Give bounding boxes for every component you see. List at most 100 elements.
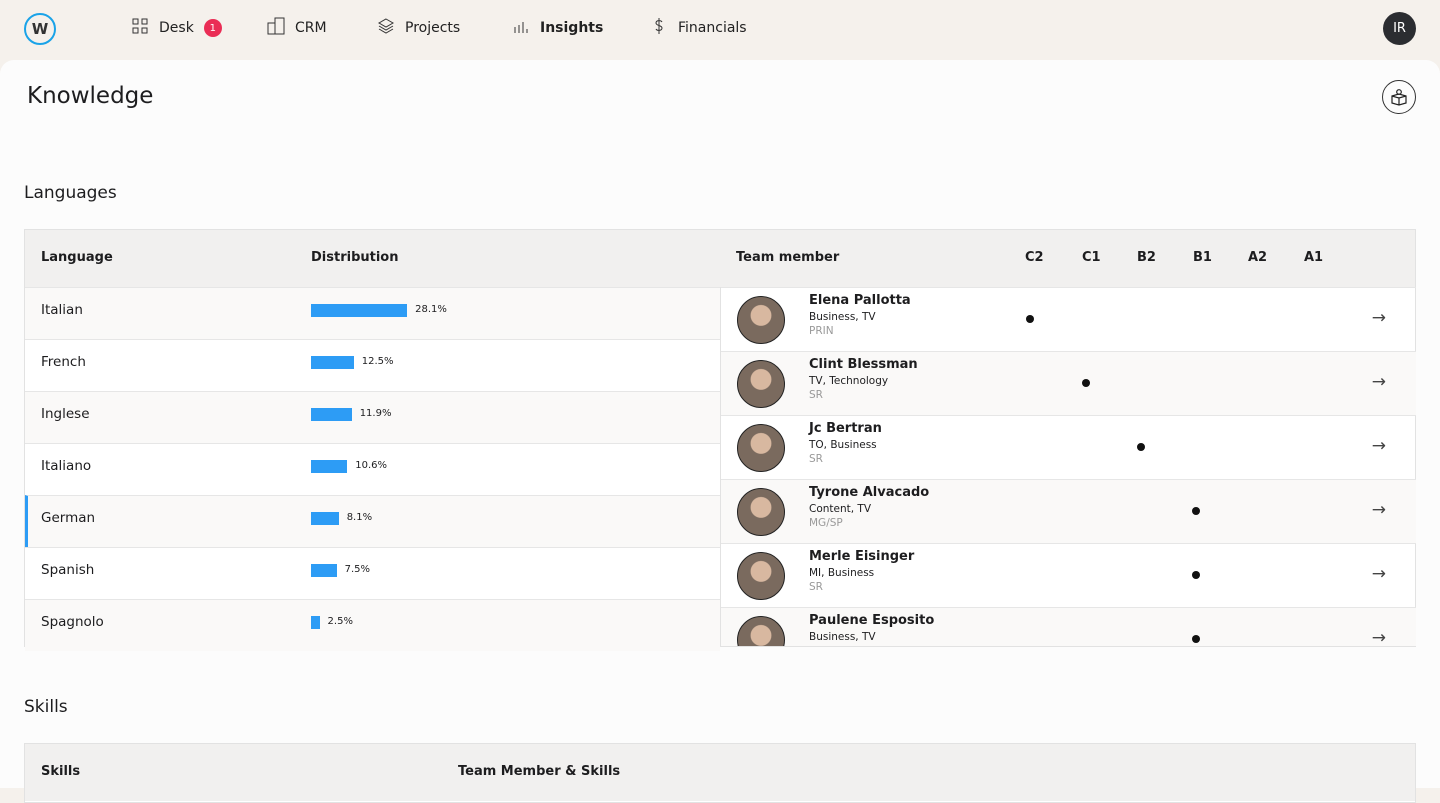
building-icon: [267, 17, 285, 39]
team-member-row[interactable]: Tyrone Alvacado Content, TV MG/SP →: [721, 479, 1416, 543]
nav-financials[interactable]: Financials: [650, 0, 747, 56]
notification-badge: 1: [203, 19, 222, 37]
arrow-right-icon[interactable]: →: [1372, 308, 1386, 328]
main-panel: Knowledge Languages Language Distributio…: [0, 60, 1440, 803]
user-avatar[interactable]: IR: [1383, 12, 1416, 45]
app-logo[interactable]: W: [24, 13, 56, 45]
member-photo: [737, 552, 785, 600]
col-team-member-skills: Team Member & Skills: [458, 764, 621, 779]
member-tags: Content, TV: [809, 503, 872, 515]
level-dot: [1026, 315, 1034, 323]
member-tags: Business, TV: [809, 631, 876, 643]
member-tags: TO, Business: [809, 439, 877, 451]
arrow-right-icon[interactable]: →: [1372, 500, 1386, 520]
team-member-row[interactable]: Jc Bertran TO, Business SR →: [721, 415, 1416, 479]
team-member-row[interactable]: Elena Pallotta Business, TV PRIN →: [721, 287, 1416, 351]
dollar-icon: [650, 17, 668, 39]
distribution-label: 12.5%: [361, 356, 394, 367]
language-row[interactable]: Italiano 10.6%: [25, 443, 720, 495]
arrow-right-icon[interactable]: →: [1372, 372, 1386, 392]
distribution-label: 10.6%: [355, 460, 388, 471]
members-list[interactable]: Elena Pallotta Business, TV PRIN → Clint Ble…: [720, 287, 1416, 646]
languages-heading: Languages: [24, 183, 117, 203]
distribution-label: 28.1%: [415, 304, 447, 315]
language-row[interactable]: German 8.1%: [25, 495, 720, 547]
languages-table: Language Distribution Team member C2 C1 B2…: [24, 229, 1416, 651]
table-header: Skills Team Member & Skills: [25, 744, 1415, 801]
team-member-row[interactable]: Clint Blessman TV, Technology SR →: [721, 351, 1416, 415]
language-name: Italiano: [41, 458, 92, 474]
member-role: SR: [809, 581, 823, 593]
member-role: MG/SP: [809, 517, 843, 529]
distribution-bar: [311, 356, 354, 369]
member-photo: [737, 616, 785, 646]
member-name: Paulene Esposito: [809, 613, 935, 628]
language-row[interactable]: Spagnolo 2.5%: [25, 599, 720, 651]
distribution-label: 2.5%: [327, 616, 353, 627]
member-tags: MI, Business: [809, 567, 875, 579]
member-name: Jc Bertran: [809, 421, 882, 436]
member-photo: [737, 296, 785, 344]
level-dot: [1192, 635, 1200, 643]
bar-chart-icon: [512, 17, 530, 39]
language-name: Inglese: [41, 406, 90, 422]
skills-table: Skills Team Member & Skills: [24, 743, 1416, 803]
arrow-right-icon[interactable]: →: [1372, 628, 1386, 646]
member-role: SR: [809, 645, 823, 646]
distribution-bar: [311, 304, 408, 317]
nav-crm[interactable]: CRM: [267, 0, 327, 56]
language-row[interactable]: French 12.5%: [25, 339, 720, 391]
member-name: Tyrone Alvacado: [809, 485, 930, 500]
member-name: Elena Pallotta: [809, 293, 911, 308]
language-row[interactable]: Inglese 11.9%: [25, 391, 720, 443]
level-dot: [1192, 571, 1200, 579]
col-level-b2: B2: [1137, 250, 1156, 265]
member-role: SR: [809, 453, 823, 465]
person-box-icon: [1391, 89, 1407, 106]
member-role: PRIN: [809, 325, 834, 337]
language-name: Spanish: [41, 562, 95, 578]
language-name: Spagnolo: [41, 614, 104, 630]
member-role: SR: [809, 389, 823, 401]
member-photo: [737, 360, 785, 408]
grid-icon: [131, 17, 149, 39]
arrow-right-icon[interactable]: →: [1372, 564, 1386, 584]
language-name: French: [41, 354, 86, 370]
team-member-row[interactable]: Merle Eisinger MI, Business SR →: [721, 543, 1416, 607]
member-photo: [737, 488, 785, 536]
col-skills: Skills: [41, 764, 81, 779]
distribution-bar: [311, 408, 352, 421]
table-header: Language Distribution Team member C2 C1 B2…: [25, 230, 1415, 287]
col-team-member: Team member: [736, 250, 840, 265]
level-dot: [1192, 507, 1200, 515]
skills-heading: Skills: [24, 697, 68, 717]
member-photo: [737, 424, 785, 472]
col-level-c2: C2: [1025, 250, 1044, 265]
nav-projects[interactable]: Projects: [377, 0, 460, 56]
col-level-a1: A1: [1304, 250, 1324, 265]
col-level-c1: C1: [1082, 250, 1101, 265]
knowledge-button[interactable]: [1382, 80, 1416, 114]
distribution-bar: [311, 564, 337, 577]
member-name: Merle Eisinger: [809, 549, 915, 564]
member-tags: Business, TV: [809, 311, 876, 323]
distribution-bar: [311, 512, 339, 525]
top-nav: W Desk 1 CRM Projects Insights Financials IR: [0, 0, 1440, 60]
col-distribution: Distribution: [311, 250, 399, 265]
team-member-row[interactable]: Paulene Esposito Business, TV SR →: [721, 607, 1416, 646]
nav-desk[interactable]: Desk 1: [131, 0, 222, 56]
layers-icon: [377, 17, 395, 39]
arrow-right-icon[interactable]: →: [1372, 436, 1386, 456]
nav-insights[interactable]: Insights: [512, 0, 603, 56]
language-row[interactable]: Italian 28.1%: [25, 287, 720, 339]
col-level-a2: A2: [1248, 250, 1268, 265]
distribution-label: 7.5%: [344, 564, 371, 575]
level-dot: [1082, 379, 1090, 387]
member-tags: TV, Technology: [809, 375, 889, 387]
language-row[interactable]: Spanish 7.5%: [25, 547, 720, 599]
distribution-bar: [311, 460, 348, 473]
level-dot: [1137, 443, 1145, 451]
distribution-label: 11.9%: [359, 408, 392, 419]
distribution-bar: [311, 616, 320, 629]
member-name: Clint Blessman: [809, 357, 918, 372]
